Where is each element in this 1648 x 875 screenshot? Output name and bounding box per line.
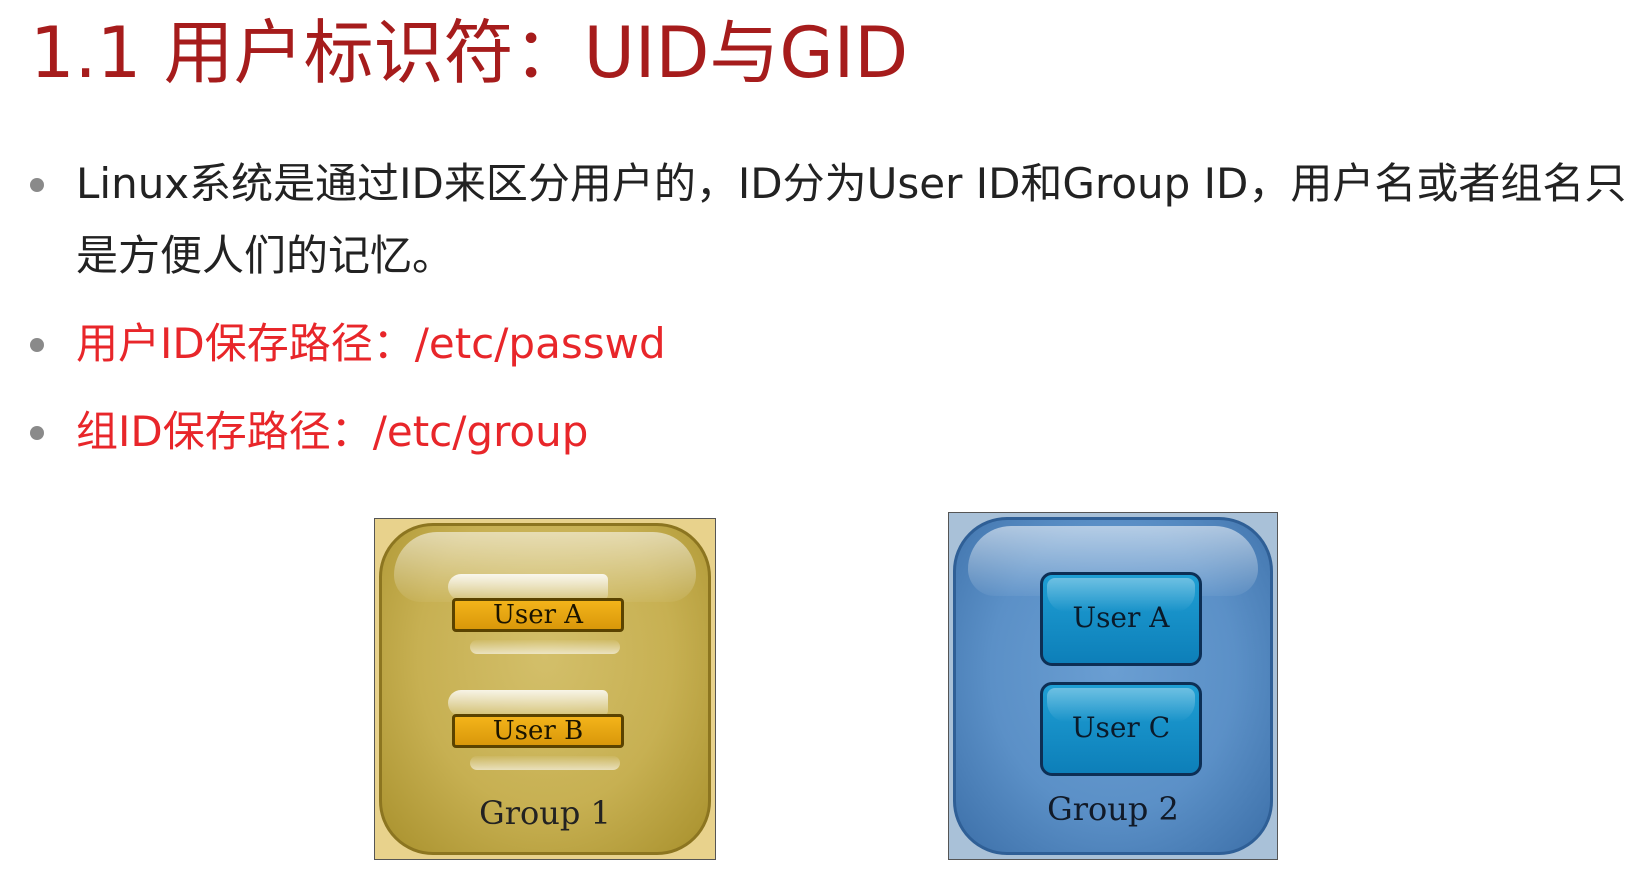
group-1-user-a: User A: [452, 598, 624, 632]
bullet-item: Linux系统是通过ID来区分用户的，ID分为User ID和Group ID，…: [30, 148, 1640, 292]
bullet-dot-icon: [30, 178, 44, 192]
slide-title: 1.1 用户标识符：UID与GID: [30, 12, 909, 94]
user-bar-shine: [448, 574, 608, 600]
group-2-user-a: User A: [1040, 572, 1202, 666]
group-2-label: Group 2: [1047, 790, 1179, 828]
bullet-text: 用户ID保存路径：/etc/passwd: [76, 319, 666, 368]
bullet-item: 组ID保存路径：/etc/group: [30, 396, 1640, 468]
group-1-user-b: User B: [452, 714, 624, 748]
group-2-user-c: User C: [1040, 682, 1202, 776]
user-bar-reflection: [470, 756, 620, 770]
group-1-box: User A User B Group 1: [374, 518, 716, 860]
user-bar-shine: [448, 690, 608, 716]
bullet-dot-icon: [30, 338, 44, 352]
bullet-text: Linux系统是通过ID来区分用户的，ID分为User ID和Group ID，…: [76, 159, 1627, 280]
bullet-dot-icon: [30, 426, 44, 440]
group-1-tile: User A User B Group 1: [379, 523, 711, 855]
user-label: User A: [1072, 601, 1170, 634]
user-label: User C: [1071, 711, 1171, 744]
bullet-item: 用户ID保存路径：/etc/passwd: [30, 308, 1640, 380]
bullet-list: Linux系统是通过ID来区分用户的，ID分为User ID和Group ID，…: [30, 148, 1640, 484]
user-bar-reflection: [470, 640, 620, 654]
group-2-box: User A User C Group 2: [948, 512, 1278, 860]
group-2-tile: User A User C Group 2: [953, 517, 1273, 855]
group-1-label: Group 1: [479, 794, 611, 832]
bullet-text: 组ID保存路径：/etc/group: [76, 407, 589, 456]
